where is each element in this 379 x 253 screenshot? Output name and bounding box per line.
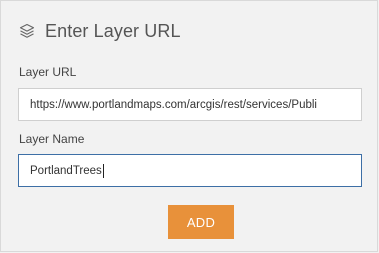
panel-title: Enter Layer URL <box>45 20 181 41</box>
layer-url-value: https://www.portlandmaps.com/arcgis/rest… <box>30 98 317 111</box>
layer-name-label: Layer Name <box>19 132 85 146</box>
layers-icon <box>18 22 36 40</box>
panel-header: Enter Layer URL <box>18 18 181 44</box>
enter-layer-url-panel: Enter Layer URL Layer URL https://www.po… <box>0 0 378 252</box>
layer-name-input[interactable]: PortlandTrees <box>18 154 362 187</box>
add-button[interactable]: ADD <box>168 205 234 239</box>
text-caret <box>102 163 104 178</box>
layer-name-value: PortlandTrees <box>30 164 102 177</box>
layer-url-label: Layer URL <box>19 65 77 79</box>
layer-url-input[interactable]: https://www.portlandmaps.com/arcgis/rest… <box>18 88 362 121</box>
